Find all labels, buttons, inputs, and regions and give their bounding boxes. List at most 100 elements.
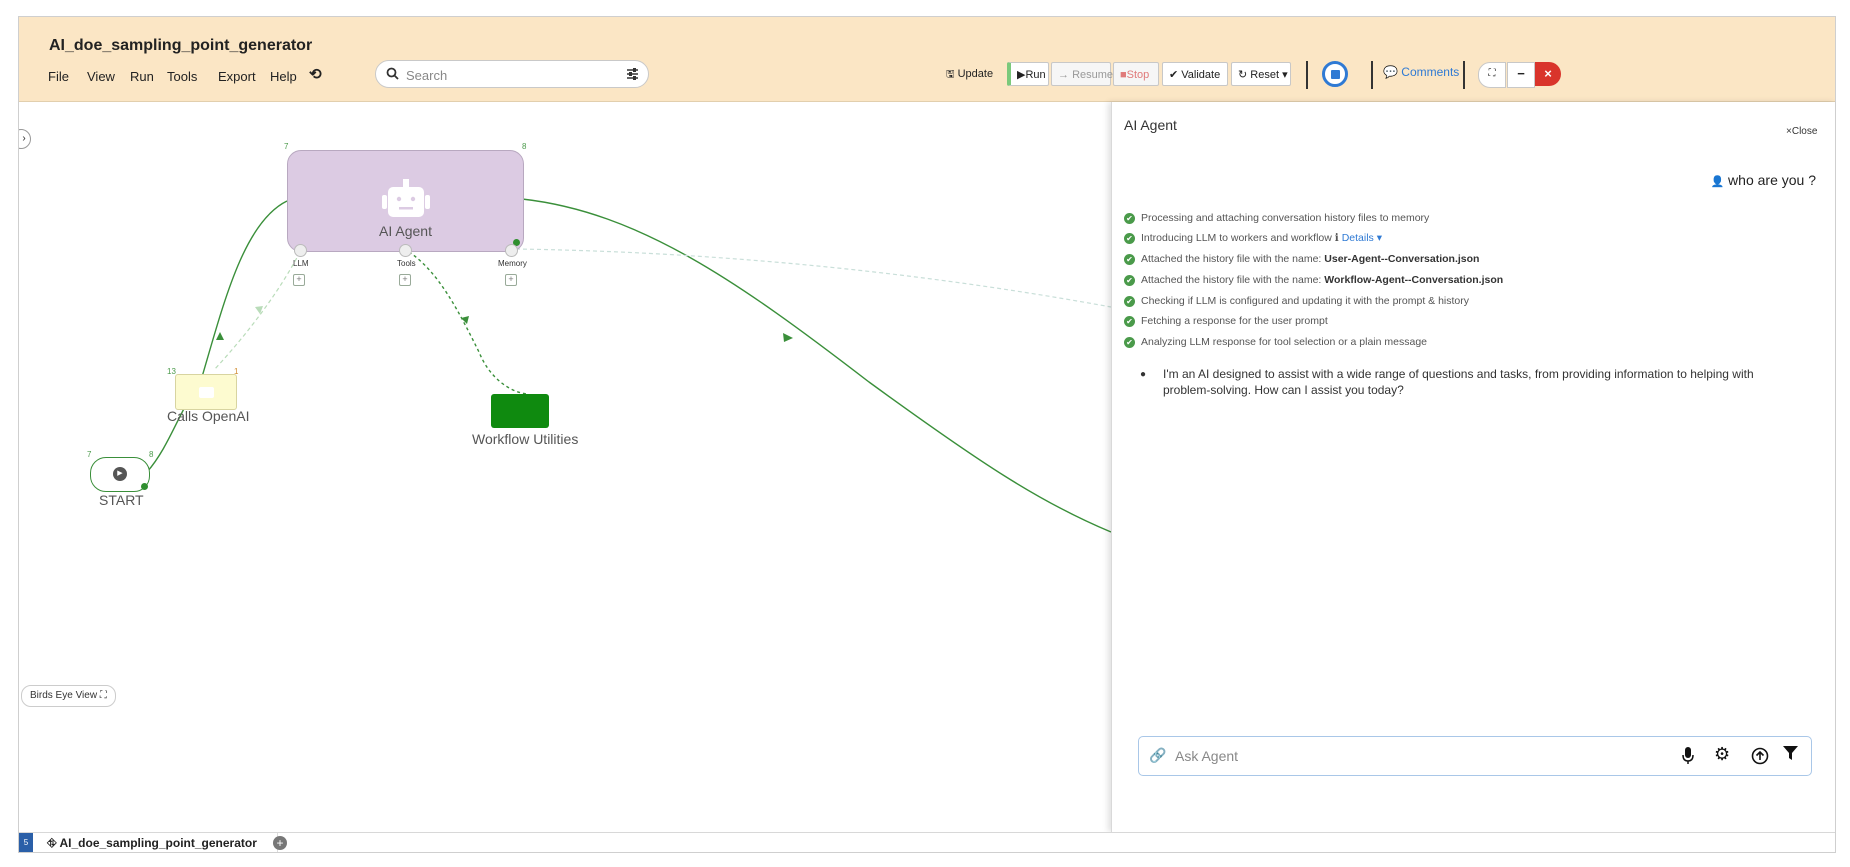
resume-button[interactable]: → Resume: [1051, 62, 1114, 86]
toolbar-separator: [1371, 61, 1373, 89]
chat-input-box: 🔗 ⚙: [1138, 736, 1812, 776]
menu-help[interactable]: Help: [270, 69, 297, 84]
run-button[interactable]: ▶Run: [1007, 62, 1049, 86]
workflow-canvas[interactable]: › AI Agent 7 8 LLM Tools Memory + + + 13…: [19, 102, 1111, 832]
filter-sliders-icon[interactable]: [626, 67, 639, 80]
progress-step: ✔ Attached the history file with the name…: [1124, 253, 1479, 265]
microphone-icon[interactable]: [1682, 747, 1694, 765]
check-icon: ✔: [1124, 336, 1135, 348]
menu-file[interactable]: File: [48, 69, 69, 84]
panel-title: AI Agent: [1124, 117, 1177, 133]
save-icon: 🖫: [946, 69, 955, 80]
expand-icon: ⛶: [1488, 68, 1496, 79]
app-title: AI_doe_sampling_point_generator: [49, 37, 313, 54]
info-icon: ℹ: [1334, 232, 1339, 244]
step-text: Analyzing LLM response for tool selectio…: [1141, 336, 1427, 348]
search-input[interactable]: [404, 65, 618, 85]
reset-label: Reset: [1250, 69, 1280, 81]
settings-gear-icon[interactable]: ⚙: [1714, 744, 1730, 765]
minimize-button[interactable]: −: [1507, 62, 1535, 88]
calls-openai-node[interactable]: [175, 374, 237, 410]
user-message-text: who are you ?: [1728, 172, 1816, 188]
calls-in-count: 13: [167, 367, 176, 376]
ai-agent-panel: AI Agent ×Close 👤 who are you ? ✔ Process…: [1111, 102, 1835, 832]
memory-port[interactable]: [505, 244, 518, 257]
upload-icon[interactable]: [1751, 747, 1769, 765]
connection-start-to-agent: [146, 200, 288, 473]
progress-step: ✔ Attached the history file with the name…: [1124, 274, 1503, 286]
fullscreen-button[interactable]: ⛶: [1478, 62, 1506, 88]
add-tab-icon[interactable]: +: [273, 836, 287, 850]
user-message: 👤 who are you ?: [1710, 172, 1816, 188]
close-icon: ×: [1544, 66, 1552, 81]
start-node[interactable]: ▶: [90, 457, 150, 492]
check-icon: ✔: [1124, 232, 1135, 244]
caret-down-icon: ▾: [1282, 69, 1288, 81]
reset-button[interactable]: ↻ Reset ▾: [1231, 62, 1291, 86]
caret-down-icon: ▾: [1376, 232, 1382, 244]
sitemap-icon: ⛗: [47, 836, 57, 850]
calls-out-count: 1: [234, 367, 239, 376]
add-memory-icon[interactable]: +: [505, 274, 517, 286]
search-icon: [386, 67, 399, 80]
progress-step: ✔ Fetching a response for the user prompt: [1124, 315, 1328, 327]
connection-llm-dashed: [213, 251, 301, 371]
validate-button[interactable]: ✔ Validate: [1162, 62, 1228, 86]
workflow-tab[interactable]: ⛗ AI_doe_sampling_point_generator: [33, 833, 278, 852]
bottom-tab-bar: 5 ⛗ AI_doe_sampling_point_generator +: [19, 832, 1835, 852]
stop-label: Stop: [1126, 69, 1150, 81]
birds-eye-view-label: Birds Eye View: [30, 690, 98, 701]
details-link[interactable]: ℹ Details ▾: [1335, 232, 1382, 244]
menu-view[interactable]: View: [87, 69, 115, 84]
agent-in-count: 7: [284, 142, 289, 151]
llm-port-label: LLM: [293, 259, 309, 268]
stop-button[interactable]: ■Stop: [1113, 62, 1159, 86]
step-text: Attached the history file with the name:: [1141, 253, 1325, 265]
details-link-label: Details: [1341, 232, 1374, 244]
check-icon: ✔: [1124, 315, 1135, 327]
llm-port[interactable]: [294, 244, 307, 257]
update-button[interactable]: 🖫 Update: [946, 63, 993, 86]
minus-icon: −: [1517, 66, 1525, 81]
birds-eye-view-button[interactable]: Birds Eye View ⛶: [21, 685, 116, 707]
connection-memory-dashed: [515, 248, 1111, 308]
add-llm-icon[interactable]: +: [293, 274, 305, 286]
start-out-count: 8: [149, 450, 154, 459]
attach-icon[interactable]: 🔗: [1149, 747, 1166, 764]
robot-icon: [382, 179, 430, 217]
add-tool-icon[interactable]: +: [399, 274, 411, 286]
update-label: Update: [957, 68, 994, 80]
comments-button[interactable]: 💬 Comments: [1383, 65, 1459, 79]
arrow-right-icon: →: [1058, 69, 1069, 81]
check-circle-icon: ✔: [1169, 69, 1179, 81]
progress-step: ✔ Analyzing LLM response for tool selecti…: [1124, 336, 1427, 348]
output-port[interactable]: [141, 483, 148, 490]
workflow-utilities-label: Workflow Utilities: [472, 431, 579, 447]
history-icon[interactable]: ⟲: [309, 65, 322, 83]
play-icon: ▶: [113, 467, 127, 481]
filter-icon[interactable]: [1783, 746, 1798, 761]
stop-icon: ■: [1120, 69, 1127, 81]
menu-run[interactable]: Run: [130, 69, 154, 84]
menu-tools[interactable]: Tools: [167, 69, 197, 84]
agent-response: I'm an AI designed to assist with a wide…: [1163, 366, 1823, 398]
progress-step: ✔ Introducing LLM to workers and workflow…: [1124, 232, 1382, 244]
check-icon: ✔: [1124, 274, 1135, 286]
toolbar-separator: [1306, 61, 1308, 89]
arrow-marker: [461, 316, 469, 324]
workflow-utilities-node[interactable]: [491, 394, 549, 428]
resume-label: Resume: [1072, 69, 1114, 81]
usage-gauge-icon[interactable]: [1322, 61, 1348, 87]
ask-agent-input[interactable]: [1173, 745, 1657, 767]
arrow-marker: [783, 333, 793, 342]
tools-port[interactable]: [399, 244, 412, 257]
close-window-button[interactable]: ×: [1535, 62, 1561, 86]
menu-export[interactable]: Export: [218, 69, 256, 84]
ai-agent-node[interactable]: AI Agent: [287, 150, 524, 252]
tools-port-label: Tools: [397, 259, 416, 268]
panel-close-button[interactable]: ×Close: [1786, 126, 1817, 137]
workflow-tab-label: AI_doe_sampling_point_generator: [59, 836, 257, 850]
search-box: [375, 60, 649, 88]
step-text: Fetching a response for the user prompt: [1141, 315, 1328, 327]
chevron-right-icon: ›: [22, 133, 26, 144]
